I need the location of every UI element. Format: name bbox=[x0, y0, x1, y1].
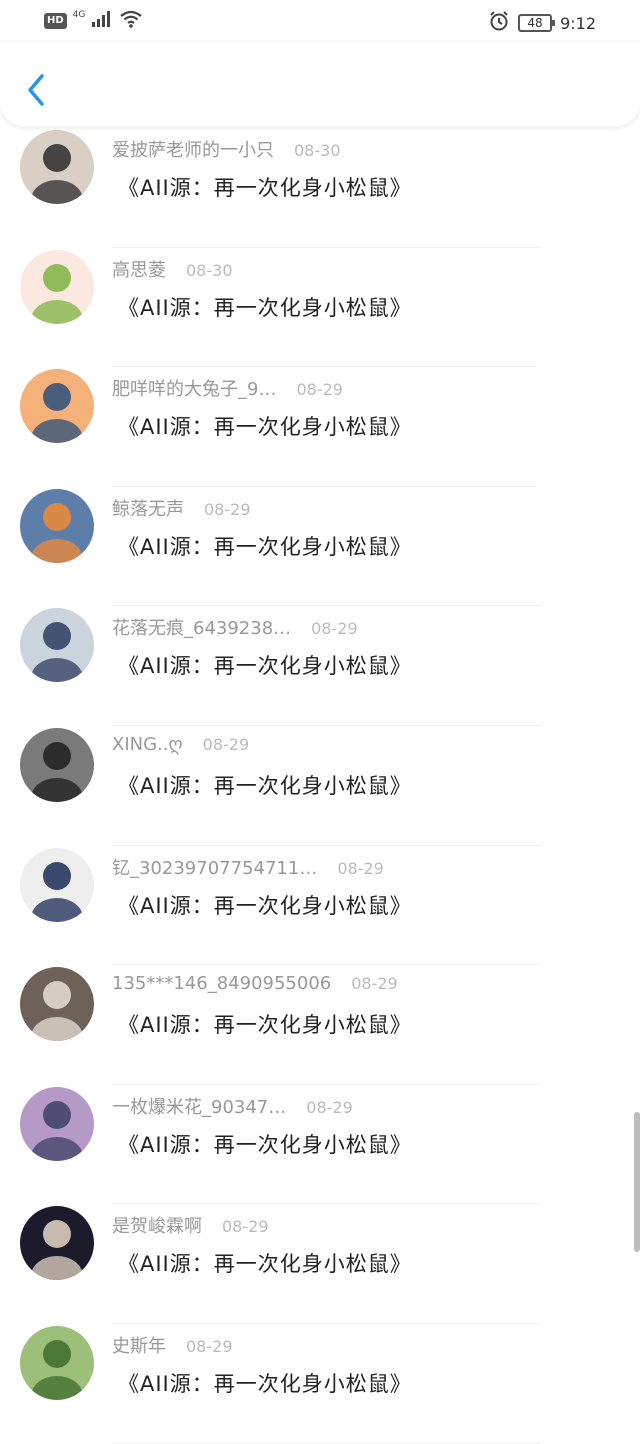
username[interactable]: 135***146_8490955006 bbox=[112, 973, 331, 994]
avatar-image bbox=[20, 727, 94, 802]
avatar[interactable] bbox=[20, 1086, 94, 1161]
avatar[interactable] bbox=[20, 249, 94, 324]
item-meta: 肥咩咩的大兔子_9… 08-29 bbox=[112, 375, 343, 401]
avatar-image bbox=[20, 249, 94, 324]
list-item[interactable]: 是贺峻霖啊 08-29 《AII源：再一次化身小松鼠》 bbox=[0, 1204, 640, 1324]
list-item[interactable]: XING..ღ 08-29 《AII源：再一次化身小松鼠》 bbox=[0, 726, 640, 846]
avatar-image bbox=[20, 488, 94, 563]
date-label: 08-29 bbox=[351, 974, 398, 994]
date-label: 08-29 bbox=[202, 734, 250, 754]
item-title[interactable]: 《AII源：再一次化身小松鼠》 bbox=[118, 172, 412, 202]
item-meta: 135***146_8490955006 08-29 bbox=[112, 973, 398, 994]
date-label: 08-29 bbox=[296, 380, 343, 400]
username[interactable]: 鲸落无声 bbox=[112, 495, 184, 521]
list-item[interactable]: 史斯年 08-29 《AII源：再一次化身小松鼠》 bbox=[0, 1324, 640, 1444]
item-title[interactable]: 《AII源：再一次化身小松鼠》 bbox=[118, 650, 412, 680]
date-label: 08-30 bbox=[186, 260, 233, 280]
top-app-bar bbox=[0, 42, 640, 126]
list-item[interactable]: 高思菱 08-30 《AII源：再一次化身小松鼠》 bbox=[0, 248, 640, 368]
date-label: 08-29 bbox=[337, 858, 384, 878]
item-meta: 是贺峻霖啊 08-29 bbox=[112, 1212, 269, 1238]
avatar-image bbox=[20, 967, 94, 1042]
divider bbox=[112, 1442, 540, 1444]
item-meta: 花落无痕_6439238… 08-29 bbox=[112, 614, 358, 640]
list-item[interactable]: 花落无痕_6439238… 08-29 《AII源：再一次化身小松鼠》 bbox=[0, 606, 640, 726]
battery-indicator: 48 bbox=[518, 14, 556, 32]
item-title[interactable]: 《AII源：再一次化身小松鼠》 bbox=[118, 292, 412, 322]
status-right: 48 9:12 bbox=[488, 10, 596, 36]
username[interactable]: 肥咩咩的大兔子_9… bbox=[112, 375, 276, 401]
hd-badge: HD bbox=[44, 13, 67, 29]
avatar[interactable] bbox=[20, 1325, 94, 1400]
item-meta: 爱披萨老师的一小只 08-30 bbox=[112, 136, 341, 162]
avatar[interactable] bbox=[20, 847, 94, 922]
list-item[interactable]: 肥咩咩的大兔子_9… 08-29 《AII源：再一次化身小松鼠》 bbox=[0, 367, 640, 487]
list-item[interactable]: 135***146_8490955006 08-29 《AII源：再一次化身小松… bbox=[0, 965, 640, 1085]
comment-list: 爱披萨老师的一小只 08-30 《AII源：再一次化身小松鼠》 高思菱 08-3… bbox=[0, 128, 640, 1444]
date-label: 08-29 bbox=[222, 1217, 269, 1237]
item-meta: XING..ღ 08-29 bbox=[112, 734, 249, 755]
back-button[interactable] bbox=[16, 66, 56, 114]
network-type: 4G bbox=[72, 10, 86, 20]
avatar-image bbox=[20, 608, 94, 683]
item-title[interactable]: 《AII源：再一次化身小松鼠》 bbox=[118, 890, 412, 920]
avatar-image bbox=[20, 1325, 94, 1400]
item-title[interactable]: 《AII源：再一次化身小松鼠》 bbox=[118, 1368, 412, 1398]
alarm-icon bbox=[488, 10, 510, 36]
item-title[interactable]: 《AII源：再一次化身小松鼠》 bbox=[118, 411, 412, 441]
username[interactable]: 是贺峻霖啊 bbox=[112, 1212, 202, 1238]
item-meta: 鲸落无声 08-29 bbox=[112, 495, 251, 521]
avatar[interactable] bbox=[20, 488, 94, 563]
list-item[interactable]: 一枚爆米花_90347… 08-29 《AII源：再一次化身小松鼠》 bbox=[0, 1085, 640, 1205]
username[interactable]: 花落无痕_6439238… bbox=[112, 614, 291, 640]
chevron-left-icon bbox=[28, 74, 44, 106]
avatar[interactable] bbox=[20, 967, 94, 1042]
item-meta: 钇_30239707754711… 08-29 bbox=[112, 854, 384, 880]
item-title[interactable]: 《AII源：再一次化身小松鼠》 bbox=[118, 1248, 412, 1278]
username[interactable]: XING..ღ bbox=[112, 734, 183, 755]
item-title[interactable]: 《AII源：再一次化身小松鼠》 bbox=[118, 770, 412, 800]
avatar[interactable] bbox=[20, 369, 94, 444]
username[interactable]: 一枚爆米花_90347… bbox=[112, 1093, 286, 1119]
avatar-image bbox=[20, 1206, 94, 1281]
avatar[interactable] bbox=[20, 608, 94, 683]
username[interactable]: 高思菱 bbox=[112, 256, 166, 282]
avatar[interactable] bbox=[20, 1206, 94, 1281]
item-title[interactable]: 《AII源：再一次化身小松鼠》 bbox=[118, 531, 412, 561]
username[interactable]: 钇_30239707754711… bbox=[112, 854, 317, 880]
signal-icon bbox=[91, 10, 113, 32]
list-item[interactable]: 爱披萨老师的一小只 08-30 《AII源：再一次化身小松鼠》 bbox=[0, 128, 640, 248]
list-item[interactable]: 鲸落无声 08-29 《AII源：再一次化身小松鼠》 bbox=[0, 487, 640, 607]
wifi-icon bbox=[119, 10, 143, 32]
status-left: HD 4G bbox=[44, 10, 143, 32]
avatar-image bbox=[20, 847, 94, 922]
date-label: 08-30 bbox=[294, 141, 341, 160]
date-label: 08-29 bbox=[306, 1097, 353, 1117]
scrollbar[interactable] bbox=[634, 1112, 640, 1252]
avatar-image bbox=[20, 1086, 94, 1161]
battery-level: 48 bbox=[527, 16, 543, 30]
item-title[interactable]: 《AII源：再一次化身小松鼠》 bbox=[118, 1009, 412, 1039]
item-meta: 高思菱 08-30 bbox=[112, 256, 233, 282]
avatar-image bbox=[20, 130, 94, 204]
item-meta: 一枚爆米花_90347… 08-29 bbox=[112, 1093, 353, 1119]
list-item[interactable]: 钇_30239707754711… 08-29 《AII源：再一次化身小松鼠》 bbox=[0, 846, 640, 966]
clock: 9:12 bbox=[560, 13, 596, 33]
date-label: 08-29 bbox=[204, 499, 251, 519]
avatar[interactable] bbox=[20, 130, 94, 204]
date-label: 08-29 bbox=[186, 1336, 233, 1356]
username[interactable]: 史斯年 bbox=[112, 1332, 166, 1358]
item-meta: 史斯年 08-29 bbox=[112, 1332, 233, 1358]
avatar[interactable] bbox=[20, 727, 94, 802]
item-title[interactable]: 《AII源：再一次化身小松鼠》 bbox=[118, 1129, 412, 1159]
avatar-image bbox=[20, 369, 94, 444]
status-bar: HD 4G 48 9:12 bbox=[0, 0, 640, 42]
username[interactable]: 爱披萨老师的一小只 bbox=[112, 136, 274, 162]
date-label: 08-29 bbox=[311, 619, 358, 639]
